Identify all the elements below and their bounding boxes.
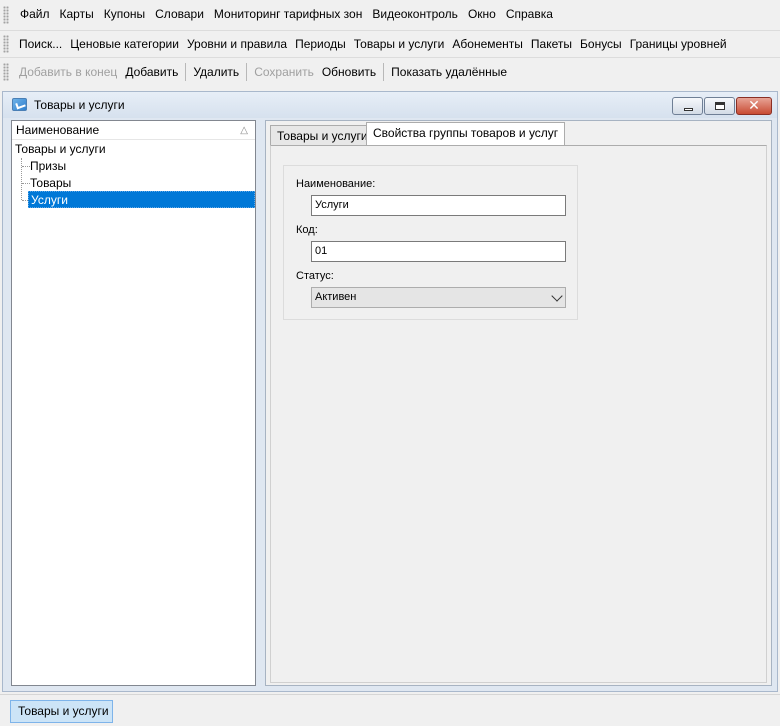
action-toolbar: Добавить в конец Добавить Удалить Сохран…	[0, 57, 780, 85]
add-to-end-button[interactable]: Добавить в конец	[15, 58, 121, 86]
code-label: Код:	[296, 224, 318, 236]
minimize-icon	[684, 108, 693, 111]
taskbar-window-button[interactable]: Товары и услуги	[10, 700, 113, 723]
details-pane: Товары и услуги Свойства группы товаров …	[265, 120, 772, 686]
nav-subscriptions[interactable]: Абонементы	[448, 31, 527, 57]
nav-periods[interactable]: Периоды	[291, 31, 350, 57]
code-input[interactable]: 01	[311, 241, 566, 262]
tab-page-group-properties: Наименование: Услуги Код: 01 Статус: Акт…	[270, 145, 767, 683]
menu-video-control[interactable]: Видеоконтроль	[367, 0, 463, 29]
status-label: Статус:	[296, 270, 334, 282]
tree-node-prizes[interactable]: Призы	[30, 158, 66, 175]
toolbar-grip[interactable]	[3, 5, 9, 24]
name-label: Наименование:	[296, 178, 376, 190]
nav-goods-and-services[interactable]: Товары и услуги	[350, 31, 449, 57]
tab-group-properties[interactable]: Свойства группы товаров и услуг	[366, 122, 566, 145]
close-button[interactable]: ✕	[736, 97, 772, 115]
toolbar-separator	[185, 62, 187, 81]
menu-file[interactable]: Файл	[15, 0, 55, 29]
menu-coupons[interactable]: Купоны	[99, 0, 150, 29]
menu-bar: Файл Карты Купоны Словари Мониторинг тар…	[0, 0, 780, 29]
tree-node-root[interactable]: Товары и услуги	[15, 141, 106, 158]
delete-button[interactable]: Удалить	[189, 58, 243, 86]
toolbar-grip[interactable]	[3, 34, 9, 53]
toolbar-separator	[383, 62, 385, 81]
tree-node-goods[interactable]: Товары	[30, 175, 71, 192]
close-icon: ✕	[748, 98, 760, 114]
menu-dictionaries[interactable]: Словари	[150, 0, 209, 29]
window-app-icon	[12, 98, 27, 111]
refresh-button[interactable]: Обновить	[318, 58, 380, 86]
menu-window[interactable]: Окно	[463, 0, 501, 29]
nav-packages[interactable]: Пакеты	[527, 31, 576, 57]
window-title: Товары и услуги	[34, 98, 125, 112]
toolbar-grip[interactable]	[3, 62, 9, 81]
nav-search[interactable]: Поиск...	[15, 31, 66, 57]
properties-group-box: Наименование: Услуги Код: 01 Статус: Акт…	[283, 165, 578, 320]
tree-connector-line	[22, 166, 30, 167]
menu-help[interactable]: Справка	[501, 0, 558, 29]
minimize-button[interactable]	[672, 97, 703, 115]
window-taskbar: Товары и услуги	[0, 694, 780, 726]
maximize-button[interactable]	[704, 97, 735, 115]
tree-connector-line	[21, 158, 22, 200]
menu-tariff-zone-monitoring[interactable]: Мониторинг тарифных зон	[209, 0, 367, 29]
status-select-value: Активен	[315, 291, 357, 303]
window-titlebar[interactable]: Товары и услуги ✕	[3, 92, 777, 118]
nav-price-categories[interactable]: Ценовые категории	[66, 31, 183, 57]
maximize-icon	[715, 102, 725, 110]
status-select[interactable]: Активен	[311, 287, 566, 308]
show-deleted-button[interactable]: Показать удалённые	[387, 58, 511, 86]
sort-ascending-icon: △	[240, 125, 248, 136]
nav-bonuses[interactable]: Бонусы	[576, 31, 626, 57]
tab-goods-and-services[interactable]: Товары и услуги	[270, 125, 375, 145]
navigation-toolbar: Поиск... Ценовые категории Уровни и прав…	[0, 30, 780, 56]
add-button[interactable]: Добавить	[121, 58, 182, 86]
name-input[interactable]: Услуги	[311, 195, 566, 216]
tree-column-header-label: Наименование	[16, 123, 100, 137]
tree-connector-line	[22, 183, 30, 184]
menu-cards[interactable]: Карты	[55, 0, 99, 29]
tree-column-header[interactable]: Наименование △	[12, 121, 255, 140]
toolbar-separator	[246, 62, 248, 81]
save-button[interactable]: Сохранить	[250, 58, 318, 86]
nav-level-boundaries[interactable]: Границы уровней	[626, 31, 731, 57]
groups-tree[interactable]: Наименование △ Товары и услуги Призы Тов…	[11, 120, 256, 686]
nav-levels-and-rules[interactable]: Уровни и правила	[183, 31, 291, 57]
chevron-down-icon	[551, 290, 563, 302]
tree-node-services-selected[interactable]: Услуги	[28, 191, 255, 208]
goods-services-window: Товары и услуги ✕ Наименование △ Товары …	[2, 91, 778, 692]
